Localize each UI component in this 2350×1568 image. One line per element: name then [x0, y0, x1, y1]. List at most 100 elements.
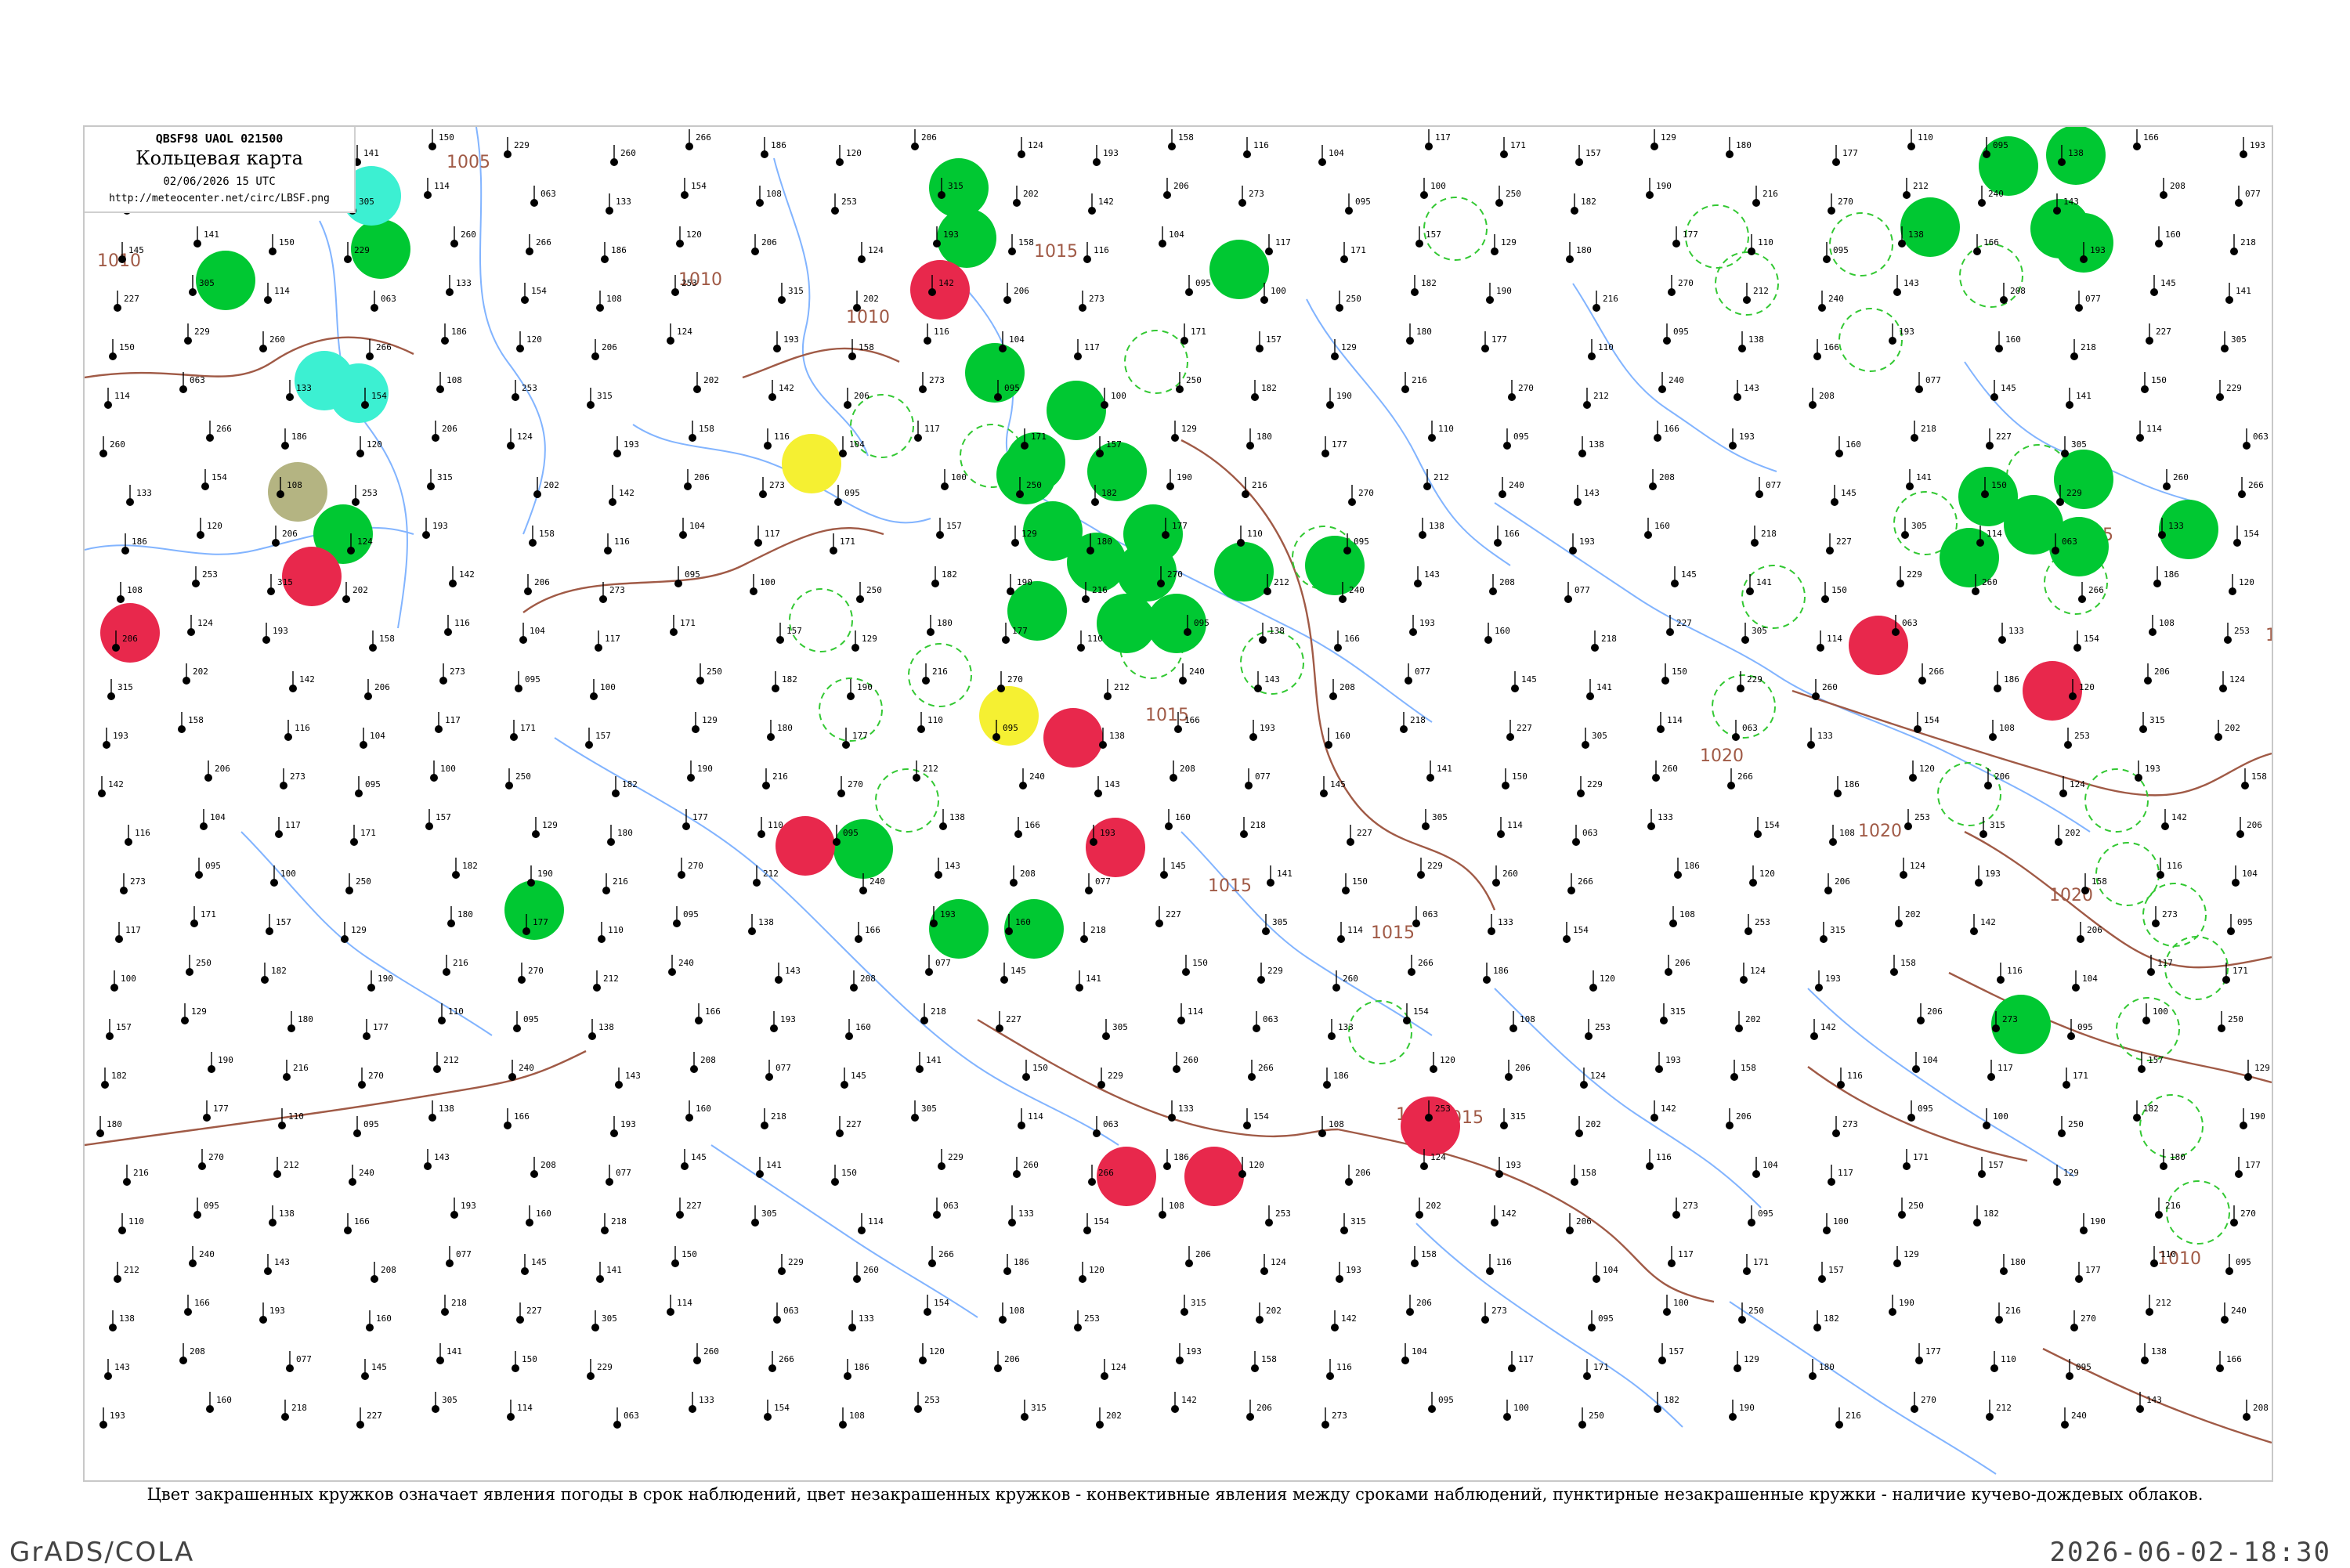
station-pressure: 206 [1004, 1354, 1020, 1364]
station-pressure: 266 [938, 1249, 954, 1259]
station-pressure: 229 [2066, 488, 2082, 498]
station-pressure: 166 [2143, 132, 2159, 143]
station-pressure: 142 [1098, 197, 1114, 207]
station-pressure: 133 [1178, 1104, 1194, 1114]
station-pressure: 240 [1349, 585, 1365, 595]
station-pressure: 114 [1347, 925, 1363, 935]
station-pressure: 077 [1766, 480, 1781, 490]
station-pressure: 124 [2070, 779, 2085, 789]
station-pressure: 124 [1271, 1257, 1286, 1267]
station-pressure: 208 [2253, 1403, 2269, 1413]
station-pressure: 157 [946, 521, 962, 531]
station-pressure: 142 [1181, 1395, 1197, 1405]
station-pressure: 171 [1913, 1152, 1929, 1162]
station-pressure: 202 [2065, 828, 2081, 838]
station-pressure: 133 [616, 197, 631, 207]
station-pressure: 142 [938, 278, 954, 288]
station-pressure: 171 [680, 618, 696, 628]
station-pressure: 160 [696, 1104, 711, 1114]
station-pressure: 206 [1256, 1403, 1272, 1413]
software-label: GrADS/COLA [9, 1537, 195, 1568]
station-pressure: 120 [2079, 682, 2095, 692]
station-pressure: 266 [376, 342, 392, 352]
station-pressure: 266 [1929, 667, 1944, 677]
station-pressure: 182 [2143, 1104, 2159, 1114]
station-pressure: 212 [1753, 286, 1769, 296]
station-pressure: 141 [363, 148, 379, 158]
station-pressure: 253 [841, 197, 857, 207]
weather-circle [929, 899, 989, 959]
station-pressure: 095 [525, 674, 540, 685]
station-pressure: 160 [2165, 229, 2181, 240]
station-pressure: 141 [204, 229, 219, 240]
station-pressure: 227 [1006, 1014, 1021, 1024]
station-pressure: 077 [1574, 585, 1590, 595]
station-pressure: 186 [451, 327, 467, 337]
station-pressure: 120 [1759, 869, 1775, 879]
station-pressure: 141 [1756, 577, 1772, 587]
station-pressure: 157 [436, 812, 451, 822]
station-pressure: 114 [274, 286, 290, 296]
station-pressure: 206 [1416, 1298, 1432, 1308]
station-pressure: 177 [1012, 626, 1028, 636]
station-pressure: 216 [1252, 480, 1267, 490]
station-pressure: 253 [1595, 1022, 1611, 1032]
station-pressure: 250 [866, 585, 882, 595]
station-pressure: 141 [2236, 286, 2251, 296]
station-pressure: 270 [1007, 674, 1023, 685]
station-pressure: 160 [1335, 731, 1350, 741]
station-pressure: 180 [457, 909, 473, 919]
isobar-label: 1015 [1371, 923, 1415, 943]
station-pressure: 193 [943, 229, 959, 240]
station-pressure: 229 [354, 245, 370, 255]
station-pressure: 216 [1412, 375, 1427, 385]
station-pressure: 212 [603, 974, 619, 984]
station-pressure: 166 [1025, 820, 1040, 830]
weather-circle [1401, 1097, 1460, 1156]
station-pressure: 110 [1598, 342, 1614, 352]
station-pressure: 110 [448, 1006, 464, 1017]
cb-cloud-circle [1959, 244, 2023, 308]
weather-circle [782, 434, 841, 493]
station-pressure: 133 [1338, 1022, 1354, 1032]
station-pressure: 116 [295, 723, 310, 733]
station-pressure: 182 [1581, 197, 1596, 207]
station-pressure: 133 [1817, 731, 1833, 741]
station-pressure: 186 [1844, 779, 1860, 789]
station-pressure: 154 [1094, 1216, 1109, 1227]
station-pressure: 227 [686, 1201, 702, 1211]
station-pressure: 260 [863, 1265, 879, 1275]
station-pressure: 166 [1824, 342, 1839, 352]
station-pressure: 250 [1506, 189, 1521, 199]
station-pressure: 063 [1902, 618, 1918, 628]
station-pressure: 250 [1026, 480, 1042, 490]
station-pressure: 114 [1028, 1111, 1043, 1122]
station-pressure: 186 [1493, 966, 1509, 976]
station-pressure: 145 [128, 245, 144, 255]
station-pressure: 190 [218, 1055, 233, 1065]
station-pressure: 145 [371, 1362, 387, 1372]
station-pressure: 270 [1518, 383, 1534, 393]
station-pressure: 315 [1670, 1006, 1686, 1017]
station-pressure: 171 [520, 723, 536, 733]
station-pressure: 208 [540, 1160, 556, 1170]
source-url[interactable]: http://meteocenter.net/circ/LBSF.png [85, 193, 354, 204]
station-pressure: 229 [1587, 779, 1603, 789]
station-pressure: 150 [119, 342, 135, 352]
station-pressure: 116 [1336, 1362, 1352, 1372]
station-pressure: 100 [1673, 1298, 1689, 1308]
station-pressure: 266 [2248, 480, 2264, 490]
station-pressure: 138 [1908, 229, 1924, 240]
station-pressure: 260 [620, 148, 636, 158]
station-pressure: 141 [1916, 472, 1932, 482]
station-pressure: 206 [1576, 1216, 1592, 1227]
station-pressure: 193 [1739, 432, 1755, 442]
station-pressure: 260 [1183, 1055, 1198, 1065]
station-pressure: 117 [1998, 1063, 2013, 1073]
station-pressure: 100 [760, 577, 776, 587]
station-pressure: 104 [849, 439, 865, 450]
weather-circle [1979, 136, 2038, 196]
station-pressure: 116 [1847, 1071, 1863, 1081]
station-pressure: 315 [788, 286, 804, 296]
station-pressure: 114 [1827, 634, 1842, 644]
